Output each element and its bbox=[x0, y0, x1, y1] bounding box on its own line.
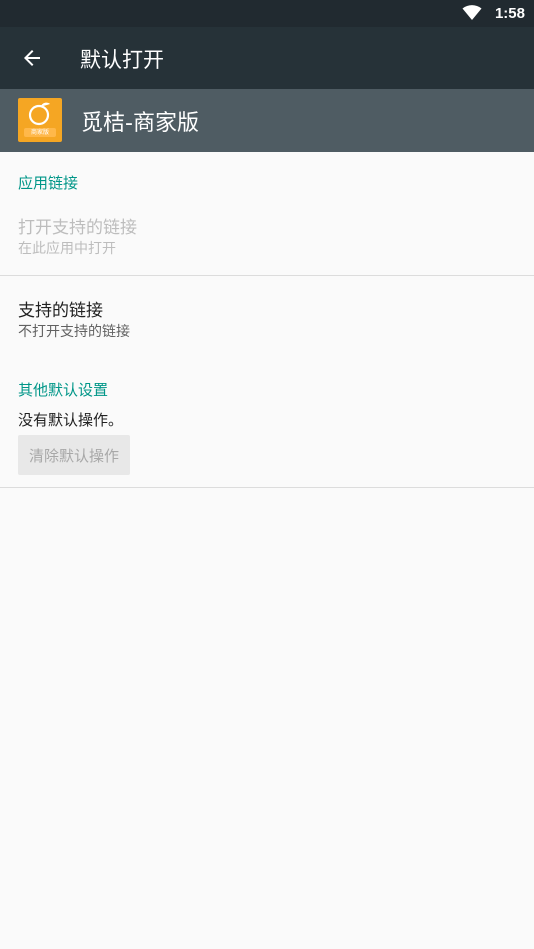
arrow-back-icon[interactable] bbox=[20, 46, 44, 70]
open-supported-links-title: 打开支持的链接 bbox=[18, 218, 137, 238]
app-header: 商家版 觅桔-商家版 bbox=[0, 89, 534, 152]
app-name: 觅桔-商家版 bbox=[81, 111, 199, 136]
section-header-other-defaults: 其他默认设置 bbox=[18, 381, 109, 399]
status-time: 1:58 bbox=[494, 5, 525, 22]
section-header-app-links: 应用链接 bbox=[18, 174, 79, 192]
supported-links-title: 支持的链接 bbox=[18, 301, 103, 321]
clear-defaults-button[interactable]: 清除默认操作 bbox=[18, 435, 130, 475]
status-bar: 1:58 bbox=[0, 0, 534, 27]
supported-links-subtitle: 不打开支持的链接 bbox=[18, 324, 130, 340]
no-defaults-text: 没有默认操作。 bbox=[18, 411, 124, 429]
page-title: 默认打开 bbox=[80, 48, 164, 72]
divider bbox=[0, 487, 534, 488]
app-icon: 商家版 bbox=[18, 98, 62, 142]
orange-icon bbox=[28, 102, 50, 126]
toolbar: 默认打开 bbox=[0, 27, 534, 89]
wifi-icon bbox=[462, 5, 482, 20]
divider bbox=[0, 275, 534, 276]
app-icon-badge: 商家版 bbox=[24, 128, 56, 137]
open-supported-links-subtitle: 在此应用中打开 bbox=[18, 241, 116, 257]
